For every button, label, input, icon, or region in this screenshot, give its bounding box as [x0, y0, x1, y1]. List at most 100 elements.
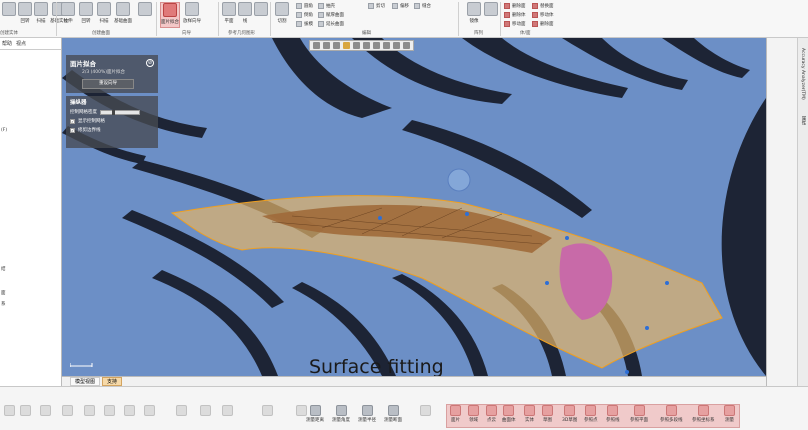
trim-boundary-checkbox[interactable]: ✓	[70, 127, 75, 133]
filter-mesh-button[interactable]: 面片	[450, 405, 461, 427]
ribbon-sweep-surface-button[interactable]: 扫描	[96, 2, 112, 28]
delete-face-icon	[504, 3, 510, 9]
ref-plane-icon	[633, 405, 645, 416]
edit-extend-button[interactable]: 延长曲面	[318, 20, 344, 28]
tab-help[interactable]: 帮助	[2, 40, 12, 47]
bottom-tool-button[interactable]	[104, 405, 115, 427]
ribbon-mesh-fit-button[interactable]: 面片拟合	[160, 2, 180, 28]
bottom-tool-button[interactable]	[144, 405, 155, 427]
ribbon-pattern-button[interactable]	[484, 2, 498, 28]
edit-stitch-button[interactable]: 缝合	[414, 2, 431, 10]
bottom-tool-button[interactable]	[124, 405, 135, 427]
show-grid-checkbox[interactable]: ✓	[70, 118, 75, 124]
ribbon-extrude-solid-button[interactable]	[2, 2, 16, 28]
body-move-body-button[interactable]: 移动体	[532, 11, 554, 19]
density-slider[interactable]	[100, 109, 140, 115]
tab-support[interactable]: 支持	[102, 377, 123, 386]
ribbon-cut-button[interactable]: 切割	[274, 2, 290, 28]
filter-ref-point-button[interactable]: 参照点	[584, 405, 598, 427]
edit-chamfer-button[interactable]: 倒角	[296, 11, 313, 19]
ref-point-icon	[585, 405, 597, 416]
filter-3d-sketch-button[interactable]: 3D草图	[562, 405, 577, 427]
filter-ref-plane-button[interactable]: 参照平面	[630, 405, 648, 427]
filter-ref-polyline-button[interactable]: 参照多段线	[660, 405, 683, 427]
slider-knob[interactable]	[112, 109, 116, 115]
tool-icon	[84, 405, 95, 416]
ribbon-mirror-button[interactable]: 镜像	[466, 2, 482, 28]
lasso-icon[interactable]	[393, 42, 400, 49]
tab-model-view[interactable]: 模型视图	[70, 377, 101, 386]
bottom-tool-button[interactable]	[176, 405, 187, 427]
edit-shell-button[interactable]: 抽壳	[318, 2, 335, 10]
ribbon-line-button[interactable]: 线	[238, 2, 252, 28]
rotate-icon[interactable]	[333, 42, 340, 49]
bottom-tool-button[interactable]	[262, 405, 273, 427]
ribbon-loft-wizard-button[interactable]: 放样向导	[182, 2, 202, 28]
tool-icon	[40, 405, 51, 416]
ribbon-revolve-surface-button[interactable]: 回转	[78, 2, 94, 28]
filter-ref-line-button[interactable]: 参照线	[606, 405, 620, 427]
fillet-icon	[296, 3, 302, 9]
bottom-tool-button[interactable]	[20, 405, 31, 427]
filter-surface-body-button[interactable]: 曲面体	[502, 405, 516, 427]
viewport-scene[interactable]	[62, 38, 766, 376]
trim-icon	[368, 3, 374, 9]
ribbon-sweep-solid-button[interactable]: 扫描	[32, 2, 50, 28]
filter-ref-coordinate-button[interactable]: 参照坐标系	[692, 405, 715, 427]
bottom-tool-button[interactable]	[40, 405, 51, 427]
3d-viewport[interactable]: 面片拟合 ⊘ 2/3 (400%)面片拟合 重设向导 操纵器 控制网格密度 ✓ …	[62, 38, 766, 376]
bottom-tool-button[interactable]	[200, 405, 211, 427]
measure-distance-button[interactable]: 测量距离	[306, 405, 324, 427]
bottom-tool-button[interactable]	[420, 405, 431, 427]
body-replace-face-button[interactable]: 替换面	[532, 2, 554, 10]
zoom-fit-icon[interactable]	[323, 42, 330, 49]
ribbon-point-button[interactable]	[254, 2, 268, 28]
bottom-tool-button[interactable]	[222, 405, 233, 427]
mesh-fit-icon	[163, 3, 177, 17]
ribbon-separator	[500, 2, 501, 36]
edit-draft-button[interactable]: 拔模	[296, 20, 313, 28]
bottom-tool-button[interactable]	[84, 405, 95, 427]
bottom-tool-button[interactable]	[4, 405, 15, 427]
visibility-icon[interactable]	[383, 42, 390, 49]
edit-thicken-button[interactable]: 赋厚曲面	[318, 11, 344, 19]
ribbon-plane-button[interactable]: 平面	[222, 2, 236, 28]
filter-region-button[interactable]: 领域	[468, 405, 479, 427]
body-move-face-button[interactable]: 移动面	[504, 20, 526, 28]
edit-offset-button[interactable]: 偏移	[392, 2, 409, 10]
filter-solid-button[interactable]: 实体	[524, 405, 535, 427]
settings-icon[interactable]	[403, 42, 410, 49]
tool-icon	[420, 405, 431, 416]
surface-body-icon	[503, 405, 515, 416]
ribbon-base-surface-button[interactable]: 基础曲面	[114, 2, 132, 28]
body-delete-face2-button[interactable]: 删除面	[532, 20, 554, 28]
edit-trim-button[interactable]: 剪切	[368, 2, 385, 10]
measure-radius-button[interactable]: 测量半径	[358, 405, 376, 427]
filter-measure-button[interactable]: 测量	[724, 405, 735, 427]
tool-icon	[144, 405, 155, 416]
select-icon[interactable]	[363, 42, 370, 49]
ribbon-lofted-surface-button[interactable]	[136, 2, 154, 28]
chamfer-icon	[296, 12, 302, 18]
tab-properties[interactable]: 属性	[800, 116, 806, 125]
confirm-icon[interactable]: ⊘	[146, 59, 154, 67]
edit-fillet-button[interactable]: 圆角	[296, 2, 313, 10]
tab-accuracy-analyzer[interactable]: Accuracy Analyzer(TM)	[800, 48, 805, 100]
body-delete-body-button[interactable]: 删除体	[504, 11, 526, 19]
filter-sketch-button[interactable]: 草图	[542, 405, 553, 427]
right-tab-strip: Accuracy Analyzer(TM) 属性	[797, 38, 808, 386]
body-delete-face-button[interactable]: 删除面	[504, 2, 526, 10]
view-orient-icon[interactable]	[313, 42, 320, 49]
ribbon-revolve-solid-button[interactable]: 回转	[18, 2, 32, 28]
move-body-icon	[532, 12, 538, 18]
section-icon[interactable]	[353, 42, 360, 49]
ribbon-extrude-surface-button[interactable]: 拉伸	[60, 2, 76, 28]
measure-angle-button[interactable]: 测量角度	[332, 405, 350, 427]
render-mode-icon[interactable]	[343, 42, 350, 49]
bottom-tool-button[interactable]	[62, 405, 73, 427]
tab-viewpoint[interactable]: 视点	[16, 40, 26, 47]
measure-section-button[interactable]: 测量断面	[384, 405, 402, 427]
reset-wizard-button[interactable]: 重设向导	[82, 79, 134, 89]
filter-pointcloud-button[interactable]: 点云	[486, 405, 497, 427]
filter-icon[interactable]	[373, 42, 380, 49]
